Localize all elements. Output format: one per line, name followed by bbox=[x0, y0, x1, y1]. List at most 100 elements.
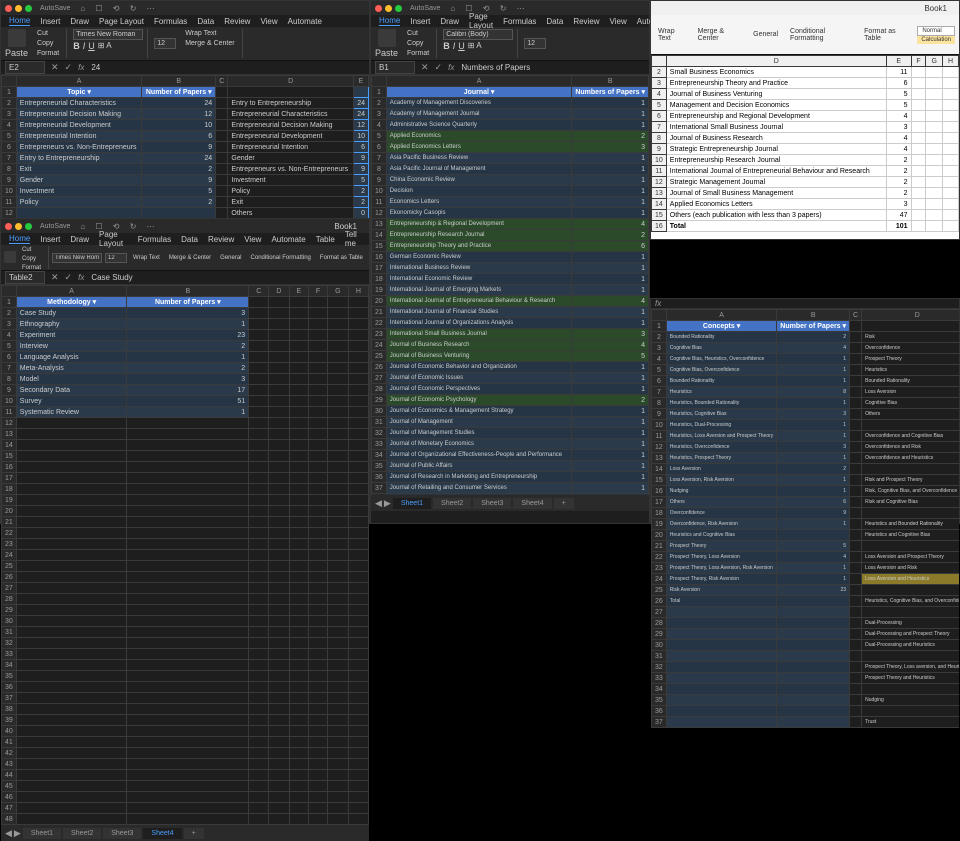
cut-button[interactable]: Cut bbox=[19, 246, 44, 254]
fmt-table-button[interactable]: Format as Table bbox=[317, 254, 366, 262]
minimize-icon[interactable] bbox=[15, 223, 22, 230]
tab-insert[interactable]: Insert bbox=[40, 235, 60, 244]
tab-layout[interactable]: Page Layout bbox=[99, 17, 144, 26]
sheet-tab-2[interactable]: Sheet2 bbox=[433, 498, 471, 509]
paste-button[interactable]: Paste bbox=[375, 29, 398, 58]
sheet-tab-1[interactable]: Sheet1 bbox=[23, 828, 61, 839]
copy-button[interactable]: Copy bbox=[34, 39, 62, 48]
wrap-text-button[interactable]: Wrap Text bbox=[182, 29, 237, 38]
tab-data[interactable]: Data bbox=[181, 235, 198, 244]
tab-insert[interactable]: Insert bbox=[410, 17, 430, 26]
enter-icon[interactable]: ✓ bbox=[435, 62, 443, 73]
size-select[interactable] bbox=[524, 38, 546, 49]
tab-formulas[interactable]: Formulas bbox=[138, 235, 171, 244]
tab-data[interactable]: Data bbox=[197, 17, 214, 26]
fx-icon[interactable]: fx bbox=[655, 299, 661, 308]
tab-home[interactable]: Home bbox=[9, 16, 30, 26]
sheet-tab-2[interactable]: Sheet2 bbox=[63, 828, 101, 839]
cond-fmt-button[interactable]: Conditional Formatting bbox=[787, 27, 855, 43]
merge-button[interactable]: Merge & Center bbox=[695, 27, 745, 43]
cancel-icon[interactable]: ✕ bbox=[51, 62, 59, 73]
worksheet[interactable]: ABCDEFGH1Methodology ▾Number of Papers ▾… bbox=[1, 285, 369, 825]
tab-table[interactable]: Table bbox=[316, 235, 335, 244]
worksheet[interactable]: AB1Journal ▾Numbers of Papers ▾2Academy … bbox=[371, 75, 649, 495]
cond-fmt-button[interactable]: Conditional Formatting bbox=[248, 254, 314, 262]
wrap-text-button[interactable]: Wrap Text bbox=[655, 27, 689, 43]
scroll-right-icon[interactable]: ▶ bbox=[14, 828, 21, 839]
close-icon[interactable] bbox=[5, 5, 12, 12]
cancel-icon[interactable]: ✕ bbox=[51, 272, 59, 283]
name-box[interactable] bbox=[375, 61, 415, 74]
fx-icon[interactable]: fx bbox=[78, 63, 84, 72]
cell-style-calc[interactable]: Calculation bbox=[917, 36, 955, 44]
tab-view[interactable]: View bbox=[260, 17, 277, 26]
tab-layout[interactable]: Page Layout bbox=[469, 12, 493, 30]
copy-button[interactable]: Copy bbox=[404, 39, 432, 48]
tab-layout[interactable]: Page Layout bbox=[99, 230, 128, 248]
name-box[interactable] bbox=[5, 271, 45, 284]
tab-draw[interactable]: Draw bbox=[70, 235, 89, 244]
cut-button[interactable]: Cut bbox=[404, 29, 432, 38]
paste-button[interactable]: Paste bbox=[5, 29, 28, 58]
enter-icon[interactable]: ✓ bbox=[65, 272, 73, 283]
close-icon[interactable] bbox=[5, 223, 12, 230]
tab-home[interactable]: Home bbox=[9, 234, 30, 244]
fx-icon[interactable]: fx bbox=[78, 273, 84, 282]
copy-button[interactable]: Copy bbox=[19, 255, 44, 263]
format-button[interactable]: Format bbox=[34, 49, 62, 58]
minimize-icon[interactable] bbox=[385, 5, 392, 12]
merge-button[interactable]: Merge & Center bbox=[182, 39, 237, 48]
scroll-left-icon[interactable]: ◀ bbox=[5, 828, 12, 839]
tab-draw[interactable]: Draw bbox=[440, 17, 459, 26]
scroll-right-icon[interactable]: ▶ bbox=[384, 498, 391, 509]
enter-icon[interactable]: ✓ bbox=[65, 62, 73, 73]
cell-style-normal[interactable]: Normal bbox=[917, 26, 955, 36]
tab-review[interactable]: Review bbox=[224, 17, 250, 26]
sheet-tab-3[interactable]: Sheet3 bbox=[103, 828, 141, 839]
size-select[interactable] bbox=[105, 253, 127, 263]
formula-input[interactable]: Numbers of Papers bbox=[460, 62, 645, 73]
worksheet[interactable]: ABCDE1Concepts ▾Number of Papers ▾2Bound… bbox=[651, 309, 959, 728]
formula-input[interactable]: 24 bbox=[90, 62, 365, 73]
font-format-buttons[interactable]: B I U ⊞ A bbox=[73, 41, 143, 51]
maximize-icon[interactable] bbox=[25, 223, 32, 230]
fmt-table-button[interactable]: Format as Table bbox=[861, 27, 911, 43]
fx-icon[interactable]: fx bbox=[448, 63, 454, 72]
cut-button[interactable]: Cut bbox=[34, 29, 62, 38]
qat-icons[interactable]: ⌂ ☐ ⟲ ↻ ⋯ bbox=[80, 4, 158, 13]
tab-formulas[interactable]: Formulas bbox=[503, 17, 536, 26]
wrap-text-button[interactable]: Wrap Text bbox=[130, 254, 163, 262]
tab-home[interactable]: Home bbox=[379, 16, 400, 26]
cancel-icon[interactable]: ✕ bbox=[421, 62, 429, 73]
merge-button[interactable]: Merge & Center bbox=[166, 254, 214, 262]
font-select[interactable] bbox=[52, 253, 102, 263]
tab-automate[interactable]: Automate bbox=[288, 17, 322, 26]
tab-automate[interactable]: Automate bbox=[271, 235, 305, 244]
sheet-tab-3[interactable]: Sheet3 bbox=[473, 498, 511, 509]
paste-button[interactable] bbox=[4, 251, 16, 264]
tab-insert[interactable]: Insert bbox=[40, 17, 60, 26]
font-format-buttons[interactable]: B I U ⊞ A bbox=[443, 41, 513, 51]
format-button[interactable]: Format bbox=[404, 49, 432, 58]
tab-view[interactable]: View bbox=[244, 235, 261, 244]
font-select[interactable] bbox=[73, 29, 143, 40]
scroll-left-icon[interactable]: ◀ bbox=[375, 498, 382, 509]
font-select[interactable] bbox=[443, 29, 513, 40]
sheet-tab-4[interactable]: Sheet4 bbox=[143, 828, 181, 839]
maximize-icon[interactable] bbox=[395, 5, 402, 12]
maximize-icon[interactable] bbox=[25, 5, 32, 12]
number-format[interactable]: General bbox=[217, 254, 244, 262]
minimize-icon[interactable] bbox=[15, 5, 22, 12]
tab-review[interactable]: Review bbox=[208, 235, 234, 244]
tab-view[interactable]: View bbox=[610, 17, 627, 26]
number-format[interactable]: General bbox=[750, 30, 781, 39]
tab-tellme[interactable]: Tell me bbox=[345, 230, 361, 248]
worksheet[interactable]: ABCDE1Topic ▾Number of Papers ▾2Entrepre… bbox=[1, 75, 369, 219]
add-sheet-button[interactable]: + bbox=[184, 828, 204, 839]
close-icon[interactable] bbox=[375, 5, 382, 12]
sheet-tab-1[interactable]: Sheet1 bbox=[393, 498, 431, 509]
size-select[interactable] bbox=[154, 38, 176, 49]
worksheet[interactable]: DEFGH2Small Business Economics113Entrepr… bbox=[651, 55, 959, 232]
sheet-tab-4[interactable]: Sheet4 bbox=[513, 498, 551, 509]
name-box[interactable] bbox=[5, 61, 45, 74]
